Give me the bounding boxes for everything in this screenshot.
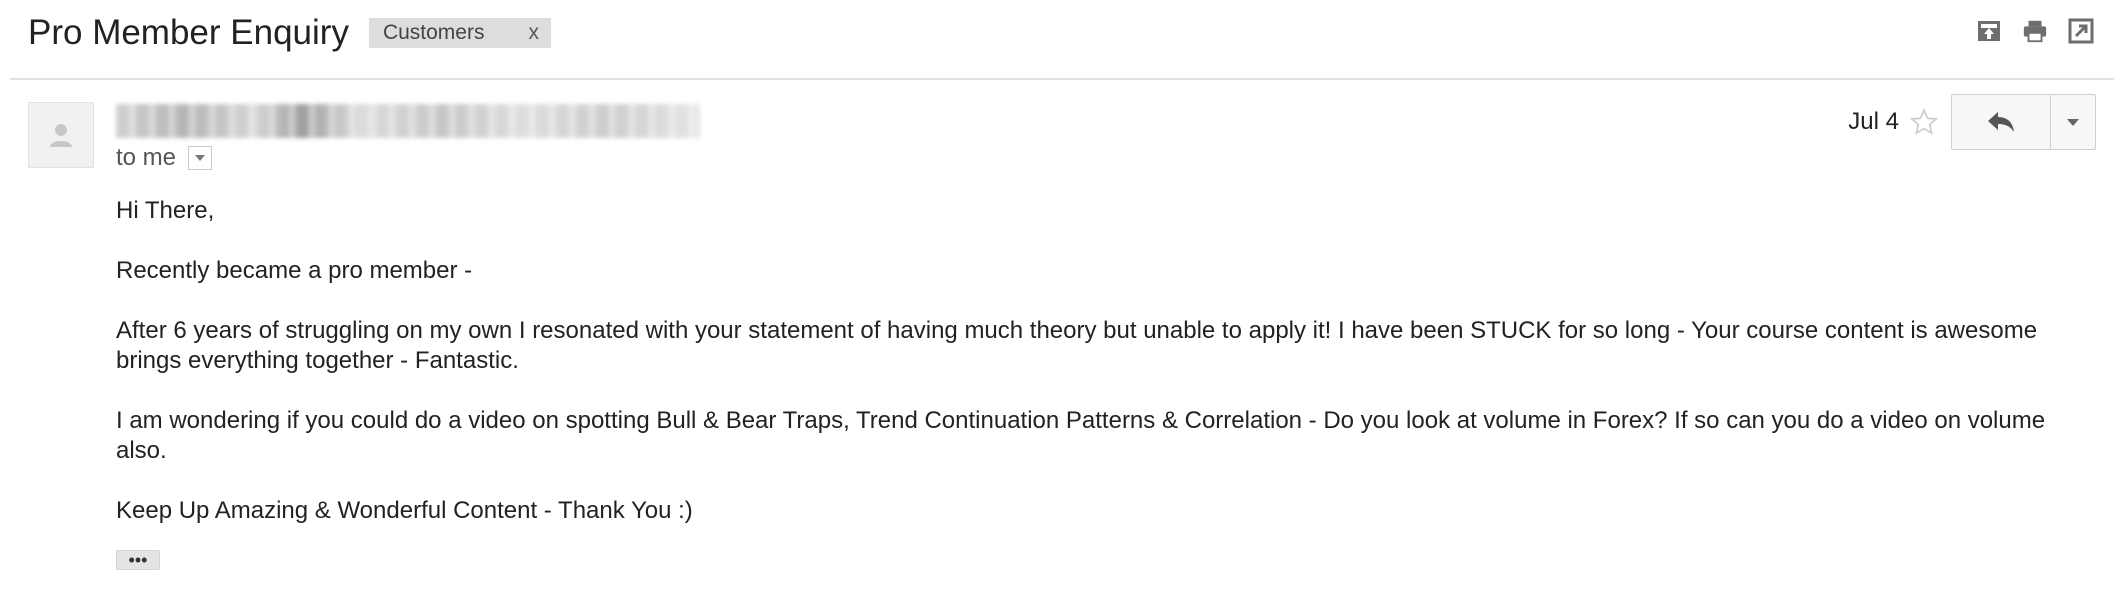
- body-paragraph: After 6 years of struggling on my own I …: [116, 317, 2038, 374]
- label-chip-text: Customers: [382, 21, 485, 44]
- caret-down-icon: [195, 155, 206, 161]
- message-body: Hi There, Recently became a pro member -…: [116, 196, 2076, 556]
- label-chip-customers[interactable]: Customers x: [368, 18, 551, 48]
- open-in-new-window-icon[interactable]: [2068, 18, 2094, 44]
- body-paragraph: Recently became a pro member -: [116, 257, 473, 284]
- recipient-line: to me: [116, 144, 213, 172]
- header-divider: [10, 78, 2114, 80]
- show-details-button[interactable]: [188, 146, 213, 170]
- message-meta: Jul 4: [1848, 94, 2096, 150]
- sender-name-redacted[interactable]: [116, 104, 700, 138]
- reply-button[interactable]: [1952, 95, 2051, 149]
- body-paragraph: I am wondering if you could do a video o…: [116, 407, 2046, 464]
- show-trimmed-content-button[interactable]: •••: [116, 550, 160, 570]
- recipient-text: to me: [116, 144, 177, 171]
- body-paragraph: Keep Up Amazing & Wonderful Content - Th…: [116, 497, 693, 524]
- remove-label-button[interactable]: x: [528, 21, 539, 45]
- print-icon[interactable]: [2022, 18, 2048, 44]
- email-subject: Pro Member Enquiry: [28, 13, 349, 52]
- body-greeting: Hi There,: [116, 197, 215, 224]
- reply-icon: [1988, 112, 2014, 132]
- message-date: Jul 4: [1848, 108, 1899, 135]
- more-options-button[interactable]: [2051, 95, 2095, 149]
- caret-down-icon: [2067, 118, 2079, 126]
- person-icon: [50, 124, 72, 147]
- star-icon[interactable]: [1907, 105, 1941, 139]
- subject-bar: Pro Member Enquiry Customers x: [28, 8, 551, 58]
- reply-button-group: [1951, 94, 2096, 150]
- sender-avatar[interactable]: [28, 102, 94, 168]
- thread-actions: [1976, 18, 2094, 44]
- archive-icon[interactable]: [1976, 18, 2002, 44]
